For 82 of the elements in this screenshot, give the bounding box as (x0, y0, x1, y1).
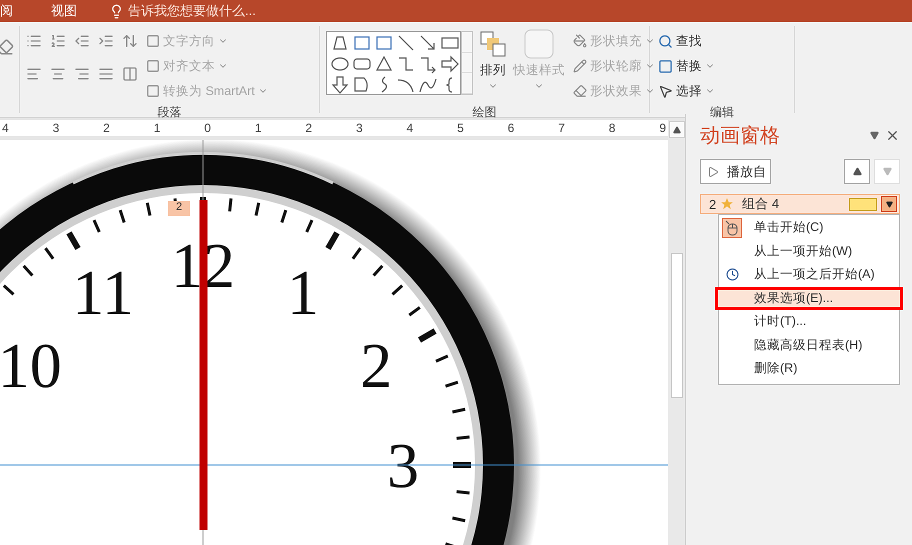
scroll-up-button[interactable] (668, 121, 684, 138)
menu-item[interactable]: 效果选项(E)... (715, 286, 903, 310)
scroll-thumb[interactable] (670, 253, 682, 398)
ribbon-command[interactable]: 查找 (656, 30, 717, 52)
menu-item-label: 从上一项开始(W) (754, 242, 852, 260)
up-arrow-icon (672, 126, 680, 134)
clock-numeral: 1 (287, 256, 319, 328)
timeline-bar (849, 198, 877, 210)
numbered-list-icon[interactable] (50, 33, 66, 49)
line-spacing-icon[interactable] (122, 33, 138, 49)
ribbon-tab[interactable]: 视图 (37, 0, 91, 22)
search-icon (658, 34, 673, 48)
clock-numeral: 11 (72, 256, 134, 328)
increase-indent-icon[interactable] (98, 33, 114, 49)
menu-item-label: 效果选项(E)... (754, 290, 834, 307)
decrease-indent-icon[interactable] (74, 33, 90, 49)
item-number: 2 (709, 196, 716, 212)
ruler-number: 1 (154, 121, 160, 135)
shape-icon[interactable] (440, 54, 460, 74)
align-right-icon[interactable] (74, 66, 90, 82)
close-icon[interactable] (885, 128, 900, 143)
justify-icon[interactable] (98, 66, 114, 82)
ribbon-command[interactable]: 替换 (656, 55, 717, 77)
menu-item-label: 从上一项之后开始(A) (754, 266, 875, 284)
down-arrow-icon (886, 200, 892, 208)
clock-numeral: 2 (360, 330, 392, 401)
item-name: 组合 4 (742, 195, 780, 213)
menu-item[interactable]: 计时(T)... (719, 310, 899, 334)
menu-item[interactable]: 隐藏高级日程表(H) (719, 334, 899, 357)
ruler-number: 2 (305, 121, 312, 135)
move-up-button[interactable] (844, 159, 870, 184)
quick-styles-icon (523, 28, 555, 60)
tell-me-field[interactable]: 告诉我您想要做什么... (128, 2, 256, 20)
group-label: 编辑 (710, 104, 734, 120)
menu-item[interactable]: 单击开始(C) (719, 216, 899, 240)
ruler-number: 5 (457, 121, 464, 135)
eraser-icon (573, 84, 587, 98)
ruler-number: 8 (608, 121, 616, 135)
align-left-icon[interactable] (26, 66, 42, 82)
group-label: 段落 (158, 104, 182, 120)
play-from-button[interactable]: 播放自 (700, 159, 771, 184)
ruler-number: 3 (52, 121, 60, 135)
menu-item-label: 单击开始(C) (754, 219, 824, 236)
menu-item-label: 删除(R) (754, 360, 798, 378)
pane-title: 动画窗格 (700, 124, 780, 149)
animation-item[interactable]: 2 组合 4 (700, 194, 900, 214)
group-label: 绘图 (472, 104, 496, 120)
clock-numeral: 10 (0, 330, 62, 401)
columns-icon[interactable] (122, 66, 138, 82)
pointer-icon (658, 84, 673, 98)
menu-item[interactable]: 删除(R) (719, 357, 899, 380)
ruler-number: 3 (356, 121, 363, 135)
star-icon (720, 197, 734, 211)
dropdown-arrow-icon[interactable] (870, 131, 879, 140)
ruler-number: 6 (508, 121, 514, 135)
menu-item-label: 隐藏高级日程表(H) (754, 336, 862, 354)
item-dropdown-button[interactable] (881, 196, 897, 212)
ribbon-tab[interactable]: 阅 (0, 0, 13, 22)
menu-item-label: 计时(T)... (754, 313, 806, 330)
lightbulb-icon (109, 4, 124, 18)
arrange-button[interactable]: 排列 (479, 28, 507, 102)
align-center-icon[interactable] (50, 66, 66, 82)
menu-item[interactable]: 从上一项开始(W) (719, 240, 899, 263)
ruler-number: 9 (659, 121, 666, 135)
ruler-number: 4 (2, 121, 9, 135)
ruler-number: 1 (254, 121, 262, 135)
up-arrow-icon (852, 167, 862, 176)
down-arrow-icon (882, 167, 892, 176)
menu-item[interactable]: 从上一项之后开始(A) (719, 263, 899, 286)
ribbon-command[interactable]: 选择 (656, 80, 717, 102)
ruler-number: 0 (204, 121, 211, 135)
animation-tag[interactable]: 2 (168, 201, 190, 216)
bullet-list-icon[interactable] (26, 33, 42, 49)
shapes-gallery[interactable] (326, 31, 461, 95)
ruler-number: 4 (406, 121, 414, 135)
shape-icon[interactable] (330, 75, 350, 95)
play-icon (707, 166, 719, 178)
ruler-number: 2 (103, 121, 110, 135)
shape-icon[interactable] (396, 33, 416, 53)
ruler-number: 7 (558, 121, 565, 135)
pencil-icon (573, 59, 587, 73)
paint-bucket-icon (573, 34, 587, 48)
